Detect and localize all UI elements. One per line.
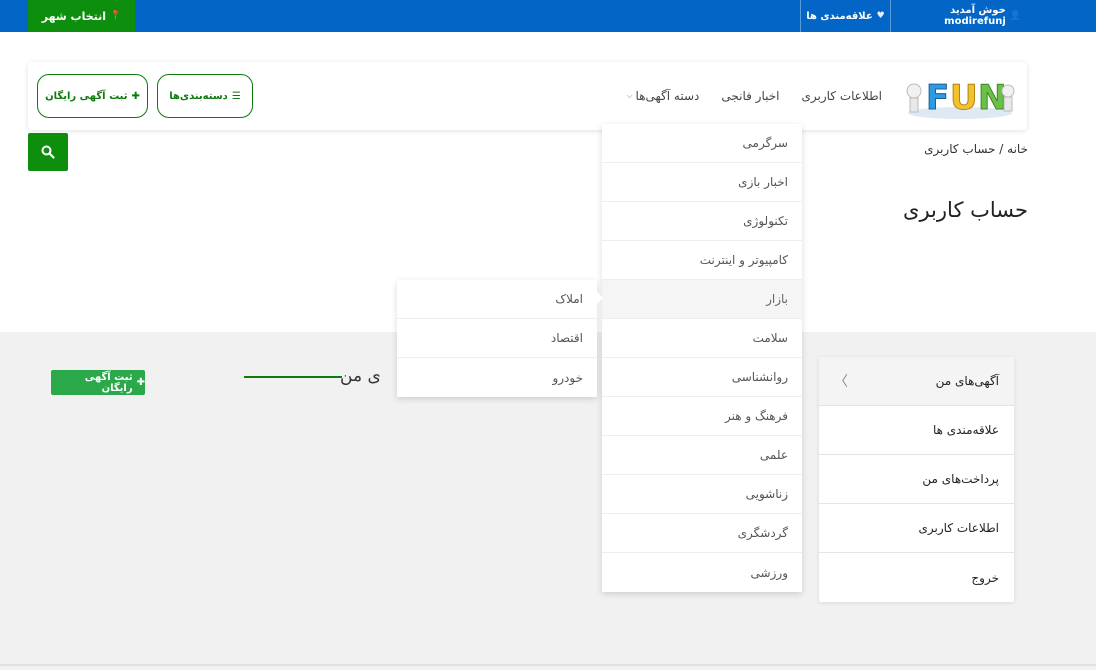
submenu-item-economy[interactable]: اقتصاد bbox=[397, 319, 597, 358]
post-free-ad-small-button[interactable]: ✚ ثبت آگهی رایگان bbox=[51, 370, 145, 395]
side-item-label: آگهی‌های من bbox=[935, 374, 999, 388]
heart-icon: ♥ bbox=[876, 11, 885, 21]
nav-user-info[interactable]: اطلاعات کاربری bbox=[802, 89, 883, 103]
select-city-button[interactable]: 📍 انتخاب شهر bbox=[28, 0, 135, 32]
dropdown-item-game-news[interactable]: اخبار بازی bbox=[602, 163, 802, 202]
dropdown-item-market[interactable]: بازار bbox=[602, 280, 802, 319]
chevron-down-icon: ⌵ bbox=[626, 91, 633, 100]
chevron-left-icon: 〈 bbox=[834, 374, 848, 390]
post-free-ad-button[interactable]: ✚ ثبت آگهی رایگان bbox=[37, 74, 148, 118]
dropdown-item-psychology[interactable]: روانشناسی bbox=[602, 358, 802, 397]
nav-menu: دسته آگهی‌ها ⌵ اخبار فانجی اطلاعات کاربر… bbox=[626, 62, 882, 130]
nav-fanji-news[interactable]: اخبار فانجی bbox=[721, 89, 779, 103]
main-nav-card: F U N دسته آگهی‌ها ⌵ اخبار فانجی اطلاعات… bbox=[28, 62, 1027, 130]
favorites-link[interactable]: ♥ علاقه‌مندی ها bbox=[800, 0, 891, 32]
select-city-label: انتخاب شهر bbox=[41, 9, 107, 23]
side-item-my-ads[interactable]: آگهی‌های من 〈 bbox=[819, 357, 1014, 406]
side-item-my-payments[interactable]: پرداخت‌های من bbox=[819, 455, 1014, 504]
dropdown-item-sports[interactable]: ورزشی bbox=[602, 553, 802, 592]
svg-text:F: F bbox=[926, 78, 949, 118]
breadcrumb: خانه / حساب کاربری bbox=[924, 142, 1028, 156]
ad-categories-dropdown: سرگرمی اخبار بازی تکنولوژی کامپیوتر و ای… bbox=[602, 124, 802, 592]
list-icon: ☰ bbox=[231, 90, 241, 102]
nav-user-info-label: اطلاعات کاربری bbox=[801, 89, 883, 103]
market-submenu: املاک اقتصاد خودرو bbox=[397, 280, 603, 397]
svg-text:U: U bbox=[950, 78, 978, 118]
side-item-favorites[interactable]: علاقه‌مندی ها bbox=[819, 406, 1014, 455]
plus-icon: ✚ bbox=[136, 377, 145, 388]
dropdown-item-health[interactable]: سلامت bbox=[602, 319, 802, 358]
map-marker-icon: 📍 bbox=[110, 11, 122, 21]
dropdown-item-entertainment[interactable]: سرگرمی bbox=[602, 124, 802, 163]
site-logo[interactable]: F U N bbox=[902, 69, 1017, 123]
nav-ad-categories-label: دسته آگهی‌ها bbox=[635, 89, 700, 103]
dropdown-item-culture-art[interactable]: فرهنگ و هنر bbox=[602, 397, 802, 436]
categories-button-label: دسته‌بندی‌ها bbox=[169, 90, 228, 102]
side-item-label: پرداخت‌های من bbox=[922, 472, 999, 486]
post-free-ad-small-label: ثبت آگهی رایگان bbox=[84, 371, 133, 394]
side-item-label: اطلاعات کاربری bbox=[918, 521, 1000, 535]
favorites-label: علاقه‌مندی ها bbox=[806, 10, 873, 22]
svg-text:N: N bbox=[978, 78, 1006, 118]
dropdown-item-computer-internet[interactable]: کامپیوتر و اینترنت bbox=[602, 241, 802, 280]
post-free-ad-label: ثبت آگهی رایگان bbox=[45, 90, 128, 102]
top-bar: 📍 انتخاب شهر 👤 خوش آمدید modirefunj ♥ عل… bbox=[0, 0, 1096, 32]
side-item-logout[interactable]: خروج bbox=[819, 553, 1014, 602]
plus-icon: ✚ bbox=[131, 90, 140, 102]
nav-fanji-news-label: اخبار فانجی bbox=[721, 89, 780, 103]
dropdown-item-technology[interactable]: تکنولوژی bbox=[602, 202, 802, 241]
search-icon bbox=[41, 145, 55, 159]
submenu-item-cars[interactable]: خودرو bbox=[397, 358, 597, 397]
side-item-user-info[interactable]: اطلاعات کاربری bbox=[819, 504, 1014, 553]
page-title: حساب کاربری bbox=[903, 198, 1028, 222]
section-title: ی من bbox=[340, 366, 381, 386]
submenu-item-real-estate[interactable]: املاک bbox=[397, 280, 597, 319]
dropdown-item-science[interactable]: علمی bbox=[602, 436, 802, 475]
user-icon: 👤 bbox=[1009, 11, 1021, 21]
welcome-label: خوش آمدید modirefunj bbox=[944, 5, 1006, 27]
footer-divider bbox=[0, 664, 1096, 666]
title-underline bbox=[244, 376, 342, 378]
dropdown-item-tourism[interactable]: گردشگری bbox=[602, 514, 802, 553]
side-item-label: علاقه‌مندی ها bbox=[932, 423, 999, 437]
search-button[interactable] bbox=[28, 133, 68, 171]
categories-button[interactable]: ☰ دسته‌بندی‌ها bbox=[157, 74, 253, 118]
account-side-menu: آگهی‌های من 〈 علاقه‌مندی ها پرداخت‌های م… bbox=[819, 357, 1014, 602]
nav-ad-categories[interactable]: دسته آگهی‌ها ⌵ bbox=[626, 89, 699, 103]
welcome-user-link[interactable]: 👤 خوش آمدید modirefunj bbox=[891, 0, 1021, 32]
side-item-label: خروج bbox=[971, 570, 999, 585]
dropdown-item-marriage[interactable]: زناشویی bbox=[602, 475, 802, 514]
